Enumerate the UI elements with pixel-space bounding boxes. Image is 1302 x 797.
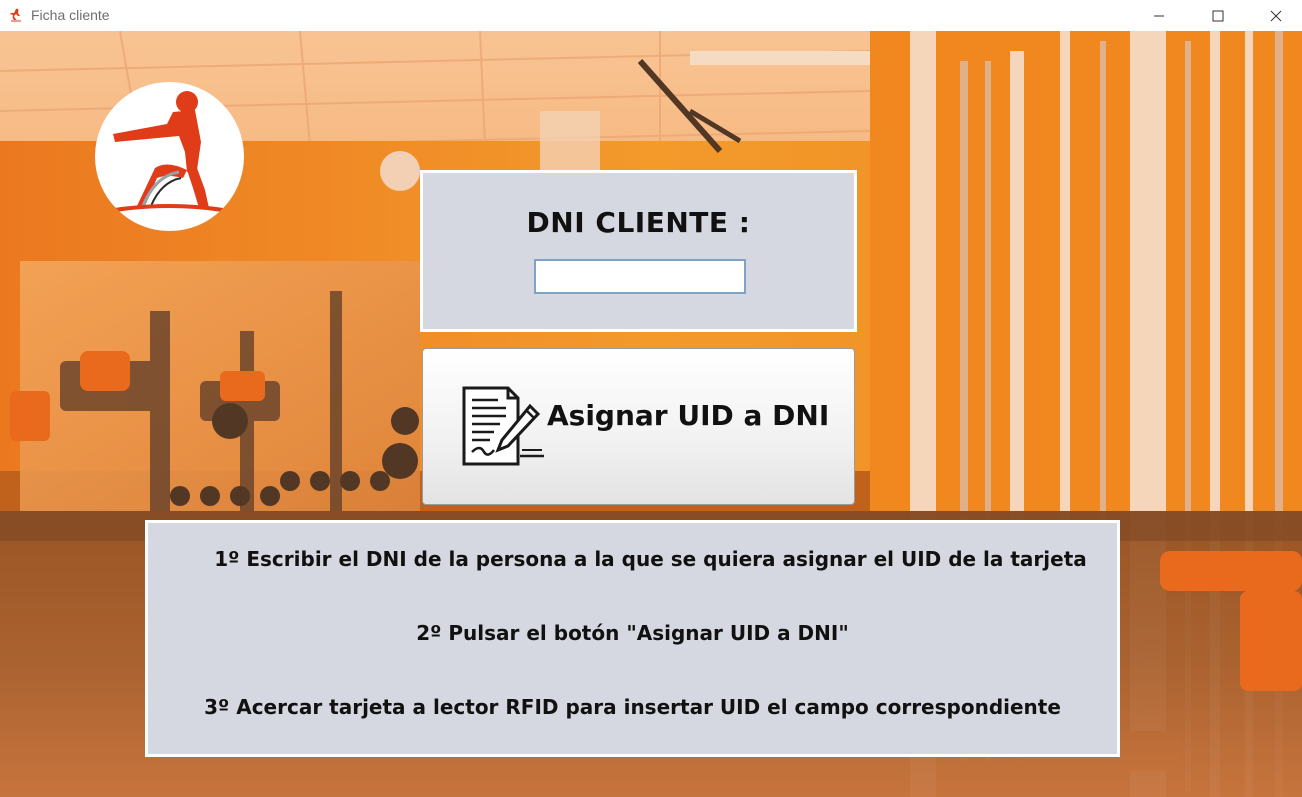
title-bar[interactable]: Ficha cliente: [0, 0, 1302, 31]
maximize-icon: [1212, 10, 1224, 21]
gym-logo: [95, 82, 244, 231]
instruction-step-3: 3º Acercar tarjeta a lector RFID para in…: [204, 695, 1061, 719]
dni-label: DNI CLIENTE :: [526, 206, 751, 239]
app-logo-icon: [10, 8, 21, 22]
assign-uid-label: Asignar UID a DNI: [547, 399, 830, 432]
window-title: Ficha cliente: [31, 7, 110, 23]
app-window: Ficha cliente DNI CLIENTE: Asignar UID …: [0, 0, 1302, 797]
close-button[interactable]: [1247, 0, 1302, 31]
contract-sign-icon: [462, 386, 544, 466]
instructions-panel: 1º Escribir el DNI de la persona a la qu…: [145, 520, 1120, 757]
instruction-step-1: 1º Escribir el DNI de la persona a la qu…: [214, 547, 1087, 571]
instruction-step-2: 2º Pulsar el botón "Asignar UID a DNI": [416, 621, 849, 645]
minimize-icon: [1154, 15, 1164, 16]
close-icon: [1270, 10, 1282, 21]
minimize-button[interactable]: [1130, 0, 1188, 31]
dni-panel: DNI CLIENTE :: [420, 170, 857, 332]
dni-input[interactable]: [534, 259, 746, 294]
assign-uid-button[interactable]: Asignar UID a DNI: [422, 348, 855, 505]
maximize-button[interactable]: [1189, 0, 1247, 31]
athlete-logo-icon: [113, 91, 224, 212]
